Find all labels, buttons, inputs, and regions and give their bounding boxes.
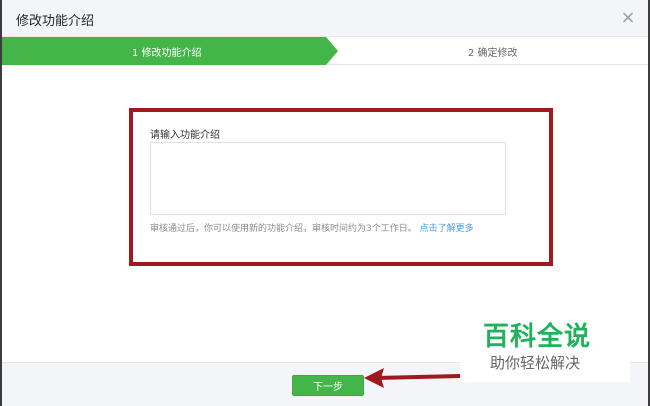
watermark: 百科全说 助你轻松解决 — [460, 312, 630, 382]
watermark-title: 百科全说 — [483, 322, 592, 352]
watermark-subtitle: 助你轻松解决 — [490, 354, 581, 372]
